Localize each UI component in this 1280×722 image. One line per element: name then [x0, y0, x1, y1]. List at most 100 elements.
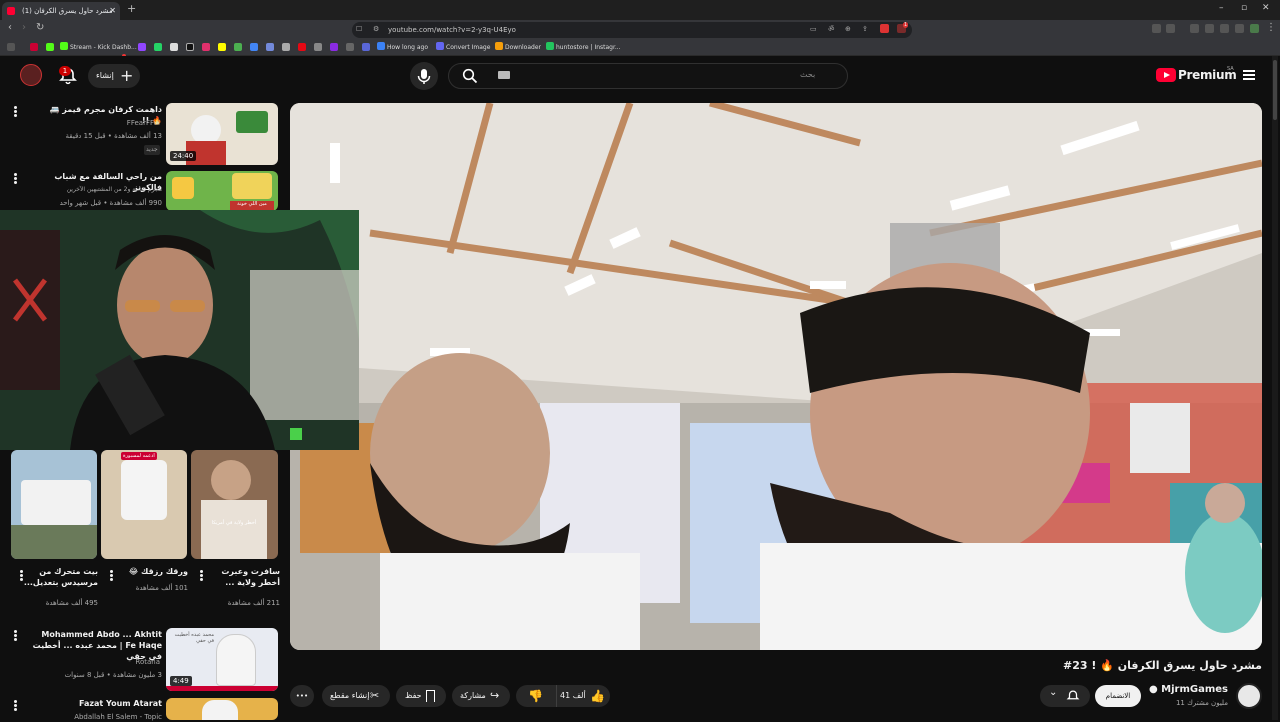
join-button[interactable]: الانضمام: [1095, 685, 1141, 707]
browser-tab[interactable]: (1) مشرد حاول يسرق الكرفان ✕: [2, 2, 120, 20]
more-options-icon[interactable]: [200, 570, 203, 581]
reading-list-icon[interactable]: [1220, 24, 1229, 33]
minimize-button[interactable]: –: [1219, 3, 1224, 13]
video-thumbnail[interactable]: 24:40: [166, 103, 278, 165]
bookmark-icon[interactable]: [346, 43, 354, 51]
channel-name[interactable]: ● MjrmGames: [1140, 684, 1228, 695]
channel-name[interactable]: Abdallah El Salem - Topic: [40, 712, 162, 722]
extensions-icon[interactable]: [1152, 24, 1161, 33]
channel-name[interactable]: مجرم ثمانية و2 من المشتبهين الآخرين: [30, 185, 162, 195]
account-avatar[interactable]: [20, 64, 42, 86]
bookmark-star-icon[interactable]: ☐: [356, 25, 362, 33]
bookmark-huntostore[interactable]: huntostore | Instagr...: [546, 42, 621, 53]
sidepanel-icon[interactable]: [1205, 24, 1214, 33]
video-player[interactable]: [290, 103, 1262, 650]
channel-subscriber-count: 11 مليون مشترك: [1175, 699, 1228, 707]
tab-title: (1) مشرد حاول يسرق الكرفان: [22, 7, 113, 15]
short-title[interactable]: سافرت وعبرت أخطر ولاية ...: [210, 566, 280, 588]
keyboard-icon[interactable]: [498, 71, 510, 79]
video-thumbnail[interactable]: [166, 698, 278, 720]
bookmark-label: Convert Image: [446, 44, 491, 51]
close-window-button[interactable]: ✕: [1262, 3, 1270, 13]
kick-bookmark-icon[interactable]: [46, 43, 54, 51]
cast-icon[interactable]: ▭: [810, 25, 817, 33]
profile-icon[interactable]: [1250, 24, 1259, 33]
netflix-bookmark-icon[interactable]: [298, 43, 306, 51]
notification-count-badge: 1: [59, 66, 71, 76]
screenshot-icon[interactable]: [1166, 24, 1175, 33]
bookmark-how-long-ago[interactable]: How long ago: [377, 42, 428, 53]
browser-menu-icon[interactable]: ⋮: [1266, 22, 1276, 33]
channel-avatar[interactable]: [1236, 683, 1262, 709]
guide-menu-icon[interactable]: [1243, 70, 1255, 80]
site-info-icon[interactable]: ⚙: [373, 25, 379, 33]
drive-bookmark-icon[interactable]: [250, 43, 258, 51]
page-scrollbar[interactable]: [1272, 56, 1278, 720]
tiktok-bookmark-icon[interactable]: [186, 43, 194, 51]
video-thumbnail[interactable]: محمد عبده أخطيت في حقي 4:49: [166, 628, 278, 691]
forward-icon[interactable]: ›: [22, 22, 26, 33]
youtube-bookmark-icon[interactable]: [30, 43, 38, 51]
short-views: 211 ألف مشاهدة: [227, 599, 280, 607]
more-options-icon[interactable]: [14, 106, 17, 117]
create-button[interactable]: إنشاء +: [88, 64, 140, 88]
downloads-icon[interactable]: [1235, 24, 1244, 33]
maximize-button[interactable]: ▫: [1241, 3, 1247, 13]
apps-icon[interactable]: [7, 43, 15, 51]
short-title[interactable]: بيت متحرك من مرسيدس بتعديل...: [22, 566, 98, 588]
discord-bookmark-icon[interactable]: [266, 43, 274, 51]
tab-close-icon[interactable]: ✕: [109, 2, 116, 20]
more-options-icon[interactable]: [110, 570, 113, 581]
media-control-icon[interactable]: [1190, 24, 1199, 33]
translate-icon[interactable]: ॐ: [828, 25, 834, 34]
new-tab-button[interactable]: +: [127, 2, 136, 15]
voice-search-button[interactable]: [410, 62, 438, 90]
bookmark-icon[interactable]: [330, 43, 338, 51]
bookmark-icon: [426, 690, 435, 702]
bookmark-downloader[interactable]: Downloader: [495, 42, 541, 53]
github-bookmark-icon[interactable]: [282, 43, 290, 51]
more-options-icon[interactable]: [14, 700, 17, 711]
twitch-bookmark-icon[interactable]: [138, 43, 146, 51]
short-thumbnail[interactable]: أخطر ولاية في أمريكا: [191, 450, 278, 559]
share-page-icon[interactable]: ⇪: [862, 25, 868, 33]
short-title[interactable]: ورقك رزقك 😂: [118, 566, 188, 577]
save-button[interactable]: حفظ: [396, 685, 446, 707]
short-thumbnail[interactable]: ادعمه لمسبورة: [101, 450, 187, 559]
like-icon[interactable]: 👍: [590, 685, 605, 707]
thumbnail-badge: ادعمه لمسبورة: [121, 452, 157, 460]
more-options-icon[interactable]: [14, 630, 17, 641]
bookmark-icon[interactable]: [362, 43, 370, 51]
whatsapp-bookmark-icon[interactable]: [154, 43, 162, 51]
zoom-icon[interactable]: ⊕: [845, 25, 851, 33]
thumbnail-art: [121, 460, 167, 520]
bookmark-icon[interactable]: [314, 43, 322, 51]
like-count[interactable]: 41 ألف: [560, 685, 586, 707]
channel-name[interactable]: Rotana: [60, 657, 160, 667]
subscription-notifications-button[interactable]: ⌄: [1040, 685, 1090, 707]
dislike-icon[interactable]: 👎: [528, 685, 543, 707]
short-thumbnail[interactable]: [11, 450, 97, 559]
bookmark-convert-image[interactable]: Convert Image: [436, 42, 490, 53]
bookmark-kick-dashboard[interactable]: Stream - Kick Dashb...: [60, 42, 137, 53]
scrollbar-thumb[interactable]: [1273, 60, 1277, 120]
more-actions-button[interactable]: •••: [290, 685, 314, 707]
share-button[interactable]: مشاركة ↪: [452, 685, 510, 707]
x-bookmark-icon[interactable]: [170, 43, 178, 51]
thumbnail-art: [11, 525, 97, 559]
ublock-extension-icon[interactable]: [880, 24, 889, 33]
url-text[interactable]: youtube.com/watch?v=2-y3q-U4Eyo: [388, 24, 516, 36]
reload-icon[interactable]: ↻: [36, 22, 44, 33]
more-options-icon[interactable]: [14, 173, 17, 184]
video-title[interactable]: Fazat Youm Atarat: [40, 698, 162, 709]
back-icon[interactable]: ‹: [8, 22, 12, 33]
video-thumbnail[interactable]: مين اللي خونة: [166, 171, 278, 211]
search-icon[interactable]: [462, 68, 478, 84]
channel-name[interactable]: FFearFFul: [60, 118, 160, 128]
sheets-bookmark-icon[interactable]: [234, 43, 242, 51]
snapchat-bookmark-icon[interactable]: [218, 43, 226, 51]
clip-button[interactable]: إنشاء مقطع ✂: [322, 685, 390, 707]
thumbnail-art: [211, 460, 251, 500]
instagram-bookmark-icon[interactable]: [202, 43, 210, 51]
more-options-icon[interactable]: [20, 570, 23, 581]
